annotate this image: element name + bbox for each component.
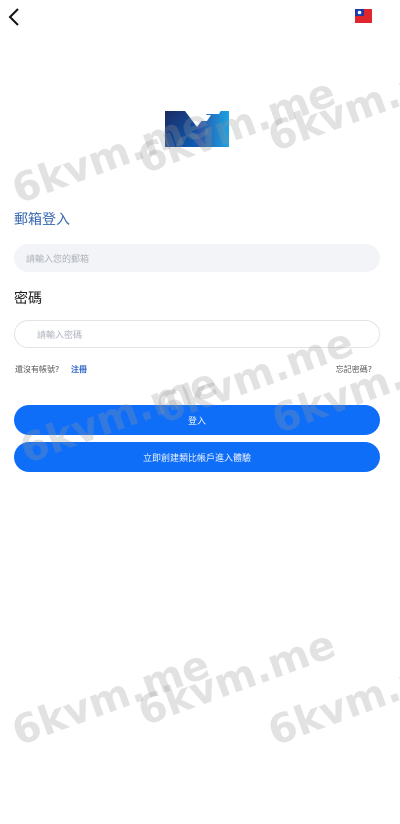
password-input-placeholder: 請輸入密碼 [37,330,83,341]
no-account-text: 還沒有帳號? [15,365,60,374]
top-bar [0,0,400,34]
app-logo [165,105,229,147]
login-button[interactable]: 登入 [14,405,380,435]
password-label: 密碼 [14,291,42,307]
login-button-label: 登入 [187,416,206,427]
watermark: 6kvm.me [6,641,216,756]
watermark: 6kvm.me [132,69,342,184]
demo-account-button[interactable]: 立即創建類比帳戶進入體驗 [14,442,380,472]
back-arrow-icon [8,8,19,26]
demo-button-label: 立即創建類比帳戶進入體驗 [142,453,251,464]
watermark: 6kvm.me [132,621,342,736]
register-link[interactable]: 注冊 [71,364,87,375]
watermark: 6kvm.me [262,47,400,162]
email-input[interactable]: 請輸入您的郵箱 [14,244,380,272]
watermark: 6kvm.me [262,641,400,756]
forgot-password-link[interactable]: 忘記密碼? [336,364,372,375]
back-button[interactable] [4,4,28,30]
language-flag-icon[interactable] [355,8,372,23]
email-input-placeholder: 請輸入您的郵箱 [26,254,90,265]
password-input[interactable]: 請輸入密碼 [14,320,380,348]
email-login-title: 郵箱登入 [14,212,70,228]
